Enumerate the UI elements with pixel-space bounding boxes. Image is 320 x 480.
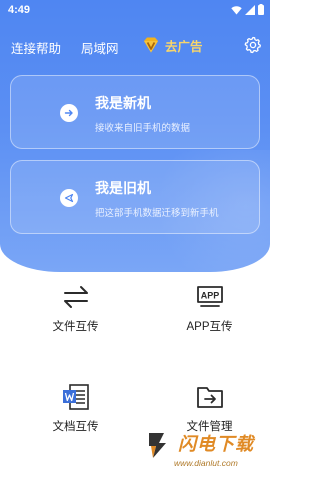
old-phone-card[interactable]: 我是旧机 把这部手机数据迁移到新手机 [10,160,260,234]
settings-gear-icon[interactable] [244,36,262,54]
new-phone-title: 我是新机 [95,95,151,111]
new-phone-description: 接收来自旧手机的数据 [95,123,191,134]
document-transfer-button[interactable]: 文档互传 [8,372,143,472]
old-phone-title: 我是旧机 [95,180,151,196]
old-phone-description: 把这部手机数据迁移到新手机 [95,208,219,219]
file-transfer-button[interactable]: 文件互传 [8,272,143,372]
watermark: 闪电下载 www.dianlut.com [144,426,266,474]
document-transfer-label: 文档互传 [52,421,99,433]
arrow-right-icon [60,104,78,122]
vip-diamond-icon [144,37,158,53]
swap-arrows-icon [63,286,88,308]
signal-icon [245,4,255,15]
watermark-title: 闪电下载 [178,434,254,454]
status-time: 4:49 [8,4,31,16]
battery-icon [258,4,264,15]
lightning-logo-icon [149,433,166,458]
file-transfer-label: 文件互传 [52,321,99,333]
send-icon [60,189,78,207]
status-bar: 4:49 [0,0,270,22]
app-transfer-label: APP互传 [186,321,233,333]
new-phone-card[interactable]: 我是新机 接收来自旧手机的数据 [10,75,260,149]
remove-ads-button[interactable]: 去广告 [141,35,203,55]
status-icons [231,4,264,15]
lan-link[interactable]: 局域网 [81,38,119,57]
app-box-icon: APP [196,286,223,307]
remove-ads-label: 去广告 [165,39,203,54]
watermark-url: www.dianlut.com [174,458,238,468]
folder-arrow-icon [196,387,223,408]
wifi-icon [231,5,242,14]
app-transfer-button[interactable]: APP APP互传 [142,272,277,372]
connection-help-link[interactable]: 连接帮助 [11,38,61,57]
word-document-icon [62,384,89,410]
app-box-icon-text: APP [200,291,219,301]
top-navigation: 连接帮助 局域网 去广告 [0,32,270,60]
